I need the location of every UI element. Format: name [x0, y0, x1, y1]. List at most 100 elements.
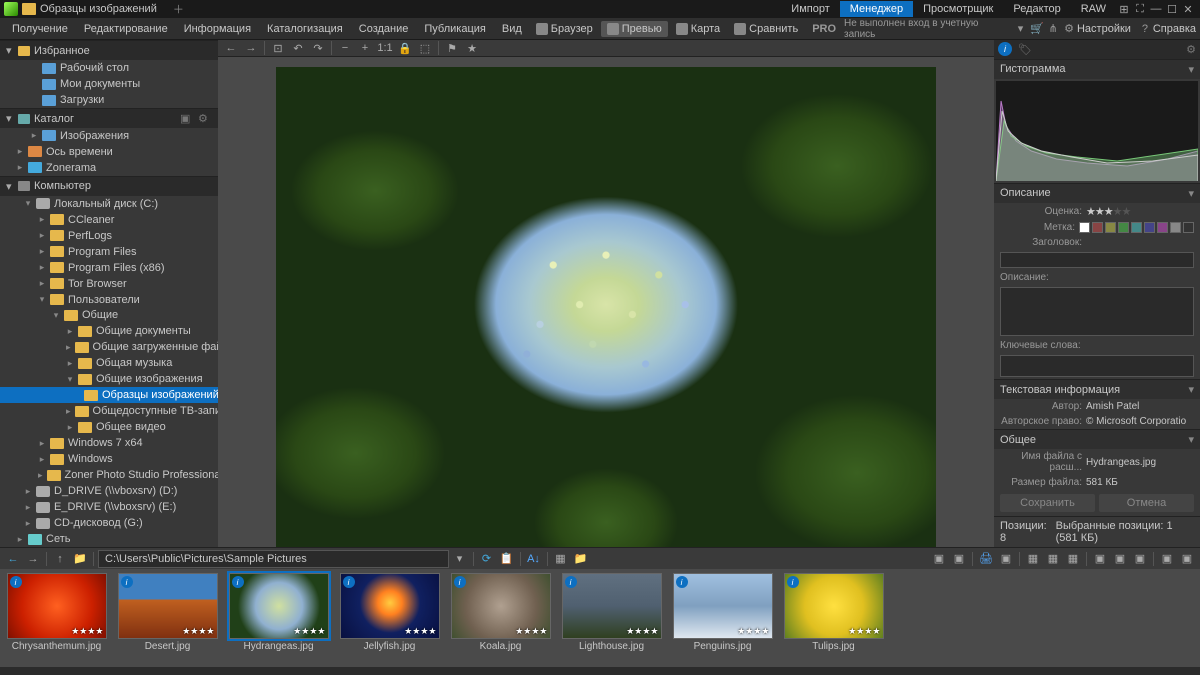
- tree-item[interactable]: ▾Общие: [0, 307, 218, 323]
- tree-item[interactable]: ▸Tor Browser: [0, 276, 218, 292]
- zoom-lock-icon[interactable]: 🔒: [396, 40, 414, 56]
- thumbnail[interactable]: i★★★★Desert.jpg: [115, 573, 220, 663]
- color-labels[interactable]: [1079, 222, 1194, 233]
- tree-section-favorites[interactable]: ▾Избранное: [0, 40, 218, 60]
- catalog-gear-icon[interactable]: ⚙: [198, 112, 212, 125]
- viewmode-compare[interactable]: Сравнить: [728, 21, 804, 37]
- zoom-fit-icon[interactable]: ⬚: [416, 40, 434, 56]
- tool-icon[interactable]: ▣: [930, 551, 948, 567]
- tree-section-catalog[interactable]: ▾Каталог▣⚙: [0, 108, 218, 128]
- tree-item-timeline[interactable]: ▸Ось времени: [0, 144, 218, 160]
- paste-icon[interactable]: 📋: [498, 551, 516, 567]
- tree-item[interactable]: ▸Program Files: [0, 244, 218, 260]
- nav-forward-icon[interactable]: →: [242, 40, 260, 56]
- layout-icon[interactable]: ⊞: [1116, 3, 1132, 16]
- cancel-button[interactable]: Отмена: [1099, 494, 1194, 512]
- module-tab[interactable]: Менеджер: [840, 1, 913, 17]
- tool-icon[interactable]: ▦: [1064, 551, 1082, 567]
- tool-icon[interactable]: ▦: [1024, 551, 1042, 567]
- section-description[interactable]: Описание▾: [994, 183, 1200, 203]
- copyright-value[interactable]: © Microsoft Corporatio: [1086, 416, 1194, 427]
- tree-item[interactable]: ▸Общие документы: [0, 323, 218, 339]
- tree-item-disk[interactable]: ▾Локальный диск (C:): [0, 196, 218, 212]
- tree-item-zonerama[interactable]: ▸Zonerama: [0, 160, 218, 176]
- thumbnail[interactable]: i★★★★Penguins.jpg: [670, 573, 775, 663]
- tree-item[interactable]: ▸Zoner Photo Studio Professional 1...: [0, 467, 218, 483]
- settings-link[interactable]: Настройки: [1077, 23, 1131, 35]
- tree-item[interactable]: ▸CCleaner: [0, 212, 218, 228]
- section-general[interactable]: Общее▾: [994, 429, 1200, 449]
- filter-icon[interactable]: ▦: [552, 551, 570, 567]
- menu-item[interactable]: Получение: [4, 20, 76, 38]
- rss-icon[interactable]: ⋔: [1045, 22, 1061, 35]
- thumbnail[interactable]: i★★★★Jellyfish.jpg: [337, 573, 442, 663]
- zoom-out-icon[interactable]: −: [336, 40, 354, 56]
- viewmode-preview[interactable]: Превью: [601, 21, 668, 37]
- thumbnail[interactable]: i★★★★Chrysanthemum.jpg: [4, 573, 109, 663]
- menu-item[interactable]: Редактирование: [76, 20, 176, 38]
- rotate-right-icon[interactable]: ↷: [309, 40, 327, 56]
- tree-item[interactable]: Рабочий стол: [0, 60, 218, 76]
- tree-item[interactable]: ▾Пользователи: [0, 292, 218, 308]
- module-tab[interactable]: Просмотрщик: [913, 1, 1003, 17]
- login-status[interactable]: Не выполнен вход в учетную запись: [844, 18, 1012, 40]
- menu-item[interactable]: Каталогизация: [259, 20, 351, 38]
- zoom-in-icon[interactable]: +: [356, 40, 374, 56]
- star-icon[interactable]: ★: [463, 40, 481, 56]
- tree-item[interactable]: ▸Program Files (x86): [0, 260, 218, 276]
- print-icon[interactable]: 🖨: [977, 551, 995, 567]
- menu-item[interactable]: Публикация: [416, 20, 493, 38]
- tool-icon[interactable]: ▣: [1091, 551, 1109, 567]
- tree-item[interactable]: ▸Windows: [0, 451, 218, 467]
- nav-back-icon[interactable]: ←: [4, 551, 22, 567]
- maximize-icon[interactable]: ☐: [1164, 3, 1180, 16]
- minimize-icon[interactable]: —: [1148, 3, 1164, 15]
- thumbnail[interactable]: i★★★★Lighthouse.jpg: [559, 573, 664, 663]
- help-link[interactable]: Справка: [1153, 23, 1196, 35]
- section-histogram[interactable]: Гистограмма▾: [994, 59, 1200, 79]
- tree-item[interactable]: ▸Общая музыка: [0, 355, 218, 371]
- keywords-input[interactable]: [1000, 355, 1194, 377]
- preview-area[interactable]: [218, 57, 994, 547]
- menu-item[interactable]: Информация: [176, 20, 259, 38]
- tree-item[interactable]: ▸Общее видео: [0, 419, 218, 435]
- catalog-add-icon[interactable]: ▣: [180, 112, 194, 125]
- module-tab[interactable]: Импорт: [781, 1, 839, 17]
- module-tab[interactable]: Редактор: [1003, 1, 1070, 17]
- tool-icon[interactable]: ▣: [1178, 551, 1196, 567]
- menu-item[interactable]: Создание: [351, 20, 417, 38]
- close-icon[interactable]: ✕: [1180, 3, 1196, 16]
- fullscreen-icon[interactable]: ⛶: [1132, 3, 1148, 16]
- tree-section-computer[interactable]: ▾Компьютер: [0, 176, 218, 196]
- nav-up-icon[interactable]: ↑: [51, 551, 69, 567]
- tag-tab-icon[interactable]: 🏷: [1018, 43, 1032, 56]
- module-tab[interactable]: RAW: [1071, 1, 1116, 17]
- tree-item-selected[interactable]: Образцы изображений: [0, 387, 218, 403]
- folder-icon[interactable]: 📁: [71, 551, 89, 567]
- tree-item[interactable]: Мои документы: [0, 76, 218, 92]
- sort-icon[interactable]: A↓: [525, 551, 543, 567]
- rotate-left-icon[interactable]: ↶: [289, 40, 307, 56]
- tree-item[interactable]: ▸Общие загруженные файлы: [0, 339, 218, 355]
- save-button[interactable]: Сохранить: [1000, 494, 1095, 512]
- tool-icon[interactable]: ▣: [1111, 551, 1129, 567]
- menu-item[interactable]: Вид: [494, 20, 530, 38]
- tool-icon[interactable]: ▦: [1044, 551, 1062, 567]
- tree-item-network[interactable]: ▸Сеть: [0, 531, 218, 547]
- rating-stars[interactable]: ★★★★★: [1086, 205, 1130, 218]
- tree-item[interactable]: ▸Общедоступные ТВ-записи: [0, 403, 218, 419]
- refresh-icon[interactable]: ⟳: [478, 551, 496, 567]
- description-input[interactable]: [1000, 287, 1194, 335]
- viewmode-browser[interactable]: Браузер: [530, 21, 599, 37]
- tool-icon[interactable]: ▣: [950, 551, 968, 567]
- tree-item-drive[interactable]: ▸CD-дисковод (G:): [0, 515, 218, 531]
- tool-icon[interactable]: ▣: [1158, 551, 1176, 567]
- tree-item[interactable]: ▸Windows 7 x64: [0, 435, 218, 451]
- tree-item-drive[interactable]: ▸E_DRIVE (\\vboxsrv) (E:): [0, 499, 218, 515]
- chevron-down-icon[interactable]: ▾: [1018, 22, 1024, 35]
- info-tab-icon[interactable]: i: [998, 42, 1012, 56]
- tree-item[interactable]: Загрузки: [0, 92, 218, 108]
- tool-icon[interactable]: ▣: [997, 551, 1015, 567]
- panel-gear-icon[interactable]: ⚙: [1186, 43, 1196, 56]
- title-input[interactable]: [1000, 252, 1194, 269]
